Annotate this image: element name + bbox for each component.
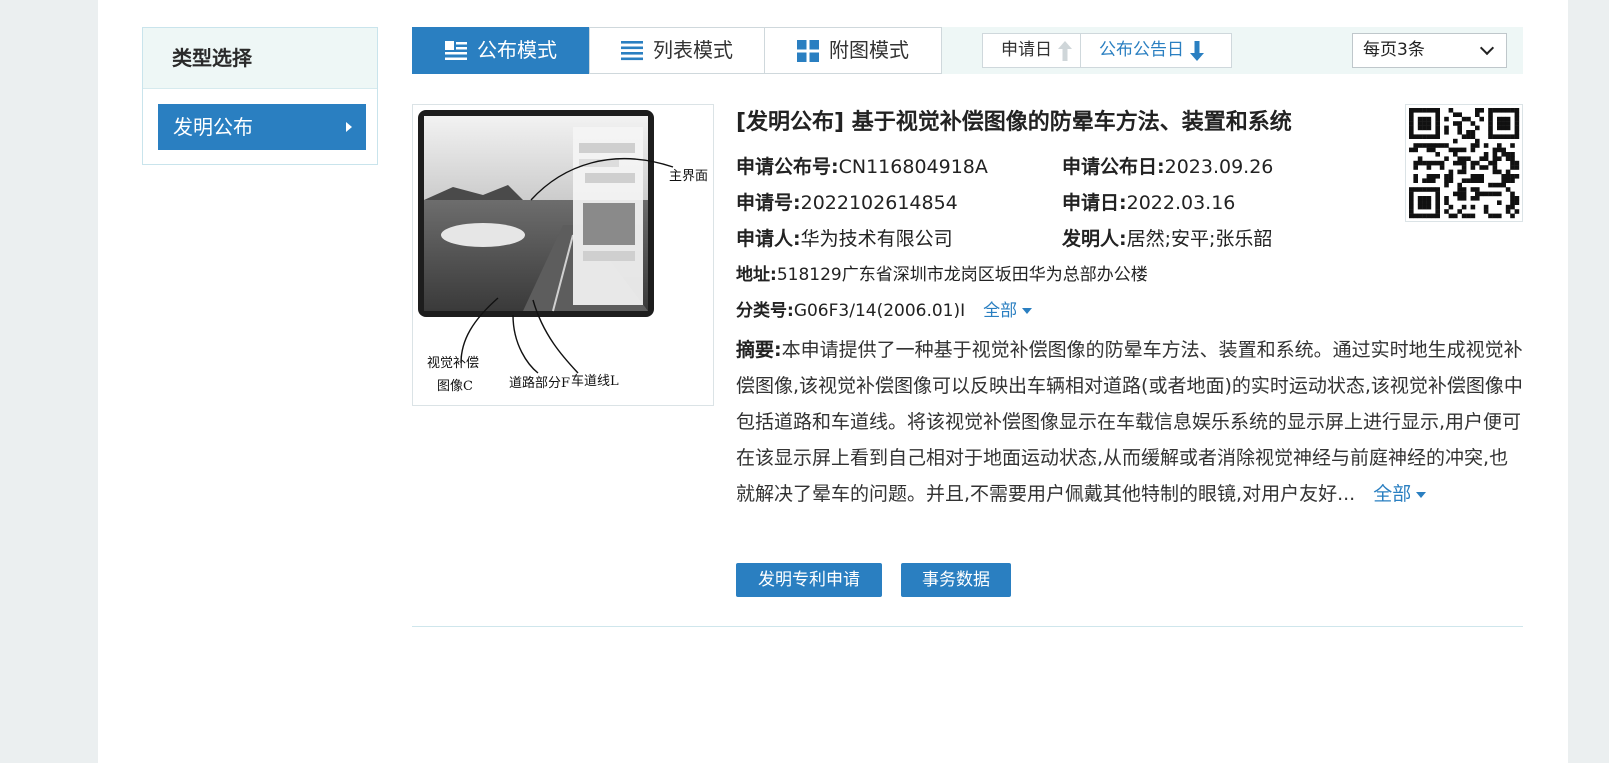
- inventor-field: 发明人:居然;安平;张乐韶: [1062, 224, 1272, 251]
- field-value: G06F3/14(2006.01)I: [793, 301, 966, 321]
- figure-label-main-ui: 主界面: [669, 169, 708, 184]
- sidebar-heading: 类型选择: [143, 28, 377, 89]
- field-value: 华为技术有限公司: [800, 228, 953, 250]
- sidebar-item-label: 发明公布: [173, 115, 253, 139]
- field-label: 申请号:: [736, 192, 801, 214]
- sidebar-item-invention-publication[interactable]: 发明公布: [158, 104, 366, 150]
- tab-figure-mode[interactable]: 附图模式: [764, 27, 942, 74]
- patent-figure-thumbnail[interactable]: 主界面 视觉补偿 图像C 道路部分F 车道线L: [412, 104, 714, 406]
- list-icon: [621, 40, 643, 60]
- figure-label-image-c: 图像C: [437, 379, 473, 394]
- per-page-select[interactable]: 每页3条: [1352, 33, 1507, 68]
- abstract-label: 摘要:: [736, 339, 782, 361]
- field-value: CN116804918A: [838, 156, 988, 178]
- tab-label: 附图模式: [829, 38, 909, 62]
- field-value: 2022.03.16: [1126, 192, 1236, 214]
- caret-down-icon: [1022, 308, 1033, 314]
- field-value: 居然;安平;张乐韶: [1126, 228, 1273, 250]
- field-label: 申请公布号:: [736, 156, 839, 178]
- sort-label: 公布公告日: [1099, 40, 1184, 60]
- address-field: 地址:518129广东省深圳市龙岗区坂田华为总部办公楼: [736, 260, 1148, 285]
- link-label: 全部: [983, 301, 1018, 321]
- view-toolbar: 公布模式 列表模式 附图模式 申请日 公布公告日 每页3条: [412, 27, 1523, 74]
- tab-list-mode[interactable]: 列表模式: [589, 27, 765, 74]
- sort-group: 申请日 公布公告日: [982, 33, 1232, 68]
- qr-code-icon: [1409, 108, 1520, 219]
- figure-label-lane-line: 车道线L: [571, 373, 619, 389]
- tab-label: 公布模式: [477, 38, 557, 62]
- classification-field: 分类号:G06F3/14(2006.01)I 全部: [736, 296, 1033, 321]
- field-label: 申请公布日:: [1062, 156, 1165, 178]
- abstract-expand-link[interactable]: 全部: [1373, 483, 1427, 505]
- sort-label: 申请日: [1001, 40, 1052, 60]
- invention-application-button[interactable]: 发明专利申请: [736, 563, 882, 597]
- page-container: 类型选择 发明公布 公布模式 列表模式 附图模式 申请日 公布公告日 每页3条 …: [98, 0, 1568, 763]
- classification-expand-link[interactable]: 全部: [983, 301, 1033, 321]
- result-divider: [412, 626, 1523, 627]
- patent-figure-image: 主界面 视觉补偿 图像C 道路部分F 车道线L: [418, 110, 708, 394]
- per-page-value: 每页3条: [1363, 40, 1425, 60]
- tab-label: 列表模式: [653, 38, 733, 62]
- field-label: 地址:: [736, 265, 777, 285]
- chevron-down-icon: [1479, 40, 1495, 56]
- tab-publication-mode[interactable]: 公布模式: [412, 27, 590, 74]
- transaction-data-button[interactable]: 事务数据: [901, 563, 1011, 597]
- link-label: 全部: [1373, 483, 1412, 505]
- type-filter-sidebar: 类型选择 发明公布: [142, 27, 378, 165]
- caret-down-icon: [1416, 491, 1427, 498]
- field-value: 518129广东省深圳市龙岗区坂田华为总部办公楼: [776, 265, 1148, 285]
- field-label: 分类号:: [736, 301, 794, 321]
- publication-number-field: 申请公布号:CN116804918A: [736, 152, 988, 179]
- abstract-text: 摘要:本申请提供了一种基于视觉补偿图像的防晕车方法、装置和系统。通过实时地生成视…: [736, 332, 1523, 512]
- figure-label-road-part: 道路部分F: [509, 375, 570, 391]
- field-value: 2023.09.26: [1164, 156, 1274, 178]
- sort-by-publication-date[interactable]: 公布公告日: [1080, 34, 1212, 67]
- field-label: 发明人:: [1062, 228, 1127, 250]
- field-label: 申请日:: [1062, 192, 1127, 214]
- publication-date-field: 申请公布日:2023.09.26: [1062, 152, 1273, 179]
- abstract-body: 本申请提供了一种基于视觉补偿图像的防晕车方法、装置和系统。通过实时地生成视觉补偿…: [736, 339, 1523, 505]
- application-date-field: 申请日:2022.03.16: [1062, 188, 1235, 215]
- figure-label-compensation-image: 视觉补偿: [427, 356, 479, 371]
- application-number-field: 申请号:2022102614854: [736, 188, 958, 215]
- field-label: 申请人:: [736, 228, 801, 250]
- sort-by-application-date[interactable]: 申请日: [983, 34, 1080, 67]
- grid-icon: [797, 39, 819, 62]
- publication-list-icon: [445, 40, 467, 60]
- arrow-down-icon: [1190, 40, 1204, 61]
- patent-title[interactable]: [发明公布] 基于视觉补偿图像的防晕车方法、装置和系统: [736, 104, 1292, 136]
- caret-right-icon: [346, 122, 352, 132]
- arrow-up-icon: [1058, 40, 1072, 61]
- qr-code: [1405, 104, 1523, 222]
- field-value: 2022102614854: [800, 192, 958, 214]
- applicant-field: 申请人:华为技术有限公司: [736, 224, 953, 251]
